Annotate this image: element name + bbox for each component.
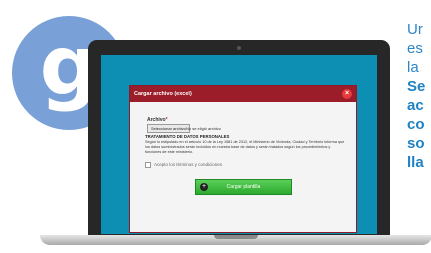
laptop-base bbox=[40, 235, 431, 245]
close-icon[interactable]: × bbox=[342, 89, 352, 99]
privacy-text: Según lo estipulado en el artículo 10 de… bbox=[145, 140, 345, 154]
dialog-title: Cargar archivo (excel) bbox=[134, 91, 192, 97]
terms-checkbox-row[interactable]: Acepto los términos y condiciones bbox=[145, 162, 222, 168]
side-text: Ur es la Se ac co so lla bbox=[407, 20, 431, 172]
laptop-screen: Cargar archivo (excel) × Archivo* Selecc… bbox=[101, 55, 377, 234]
side-text-line: Se bbox=[407, 78, 426, 95]
file-status: No se eligió archivo bbox=[186, 126, 221, 131]
plus-icon: + bbox=[200, 183, 208, 191]
side-text-line: co bbox=[407, 116, 425, 133]
camera-icon bbox=[237, 46, 241, 50]
select-file-button[interactable]: Seleccionar archivo bbox=[147, 124, 190, 133]
dialog-header: Cargar archivo (excel) × bbox=[130, 86, 356, 102]
upload-dialog: Cargar archivo (excel) × Archivo* Selecc… bbox=[129, 85, 357, 233]
side-text-line: la bbox=[407, 59, 419, 76]
side-text-line: ac bbox=[407, 97, 424, 114]
side-text-line: so bbox=[407, 135, 425, 152]
terms-label: Acepto los términos y condiciones bbox=[154, 162, 223, 168]
privacy-heading: TRATAMIENTO DE DATOS PERSONALES bbox=[145, 134, 230, 139]
file-field-label-text: Archivo bbox=[147, 117, 166, 123]
side-text-line: Ur bbox=[407, 21, 423, 38]
upload-template-label: Cargar plantilla bbox=[226, 184, 261, 190]
laptop-base-notch bbox=[214, 235, 258, 239]
side-text-line: es bbox=[407, 40, 423, 57]
upload-template-button[interactable]: + Cargar plantilla bbox=[195, 179, 292, 195]
terms-checkbox[interactable] bbox=[145, 162, 151, 168]
required-mark: * bbox=[165, 117, 168, 123]
laptop-lid: Cargar archivo (excel) × Archivo* Selecc… bbox=[88, 40, 390, 236]
file-field-label: Archivo* bbox=[147, 117, 168, 123]
side-text-line: lla bbox=[407, 154, 424, 171]
